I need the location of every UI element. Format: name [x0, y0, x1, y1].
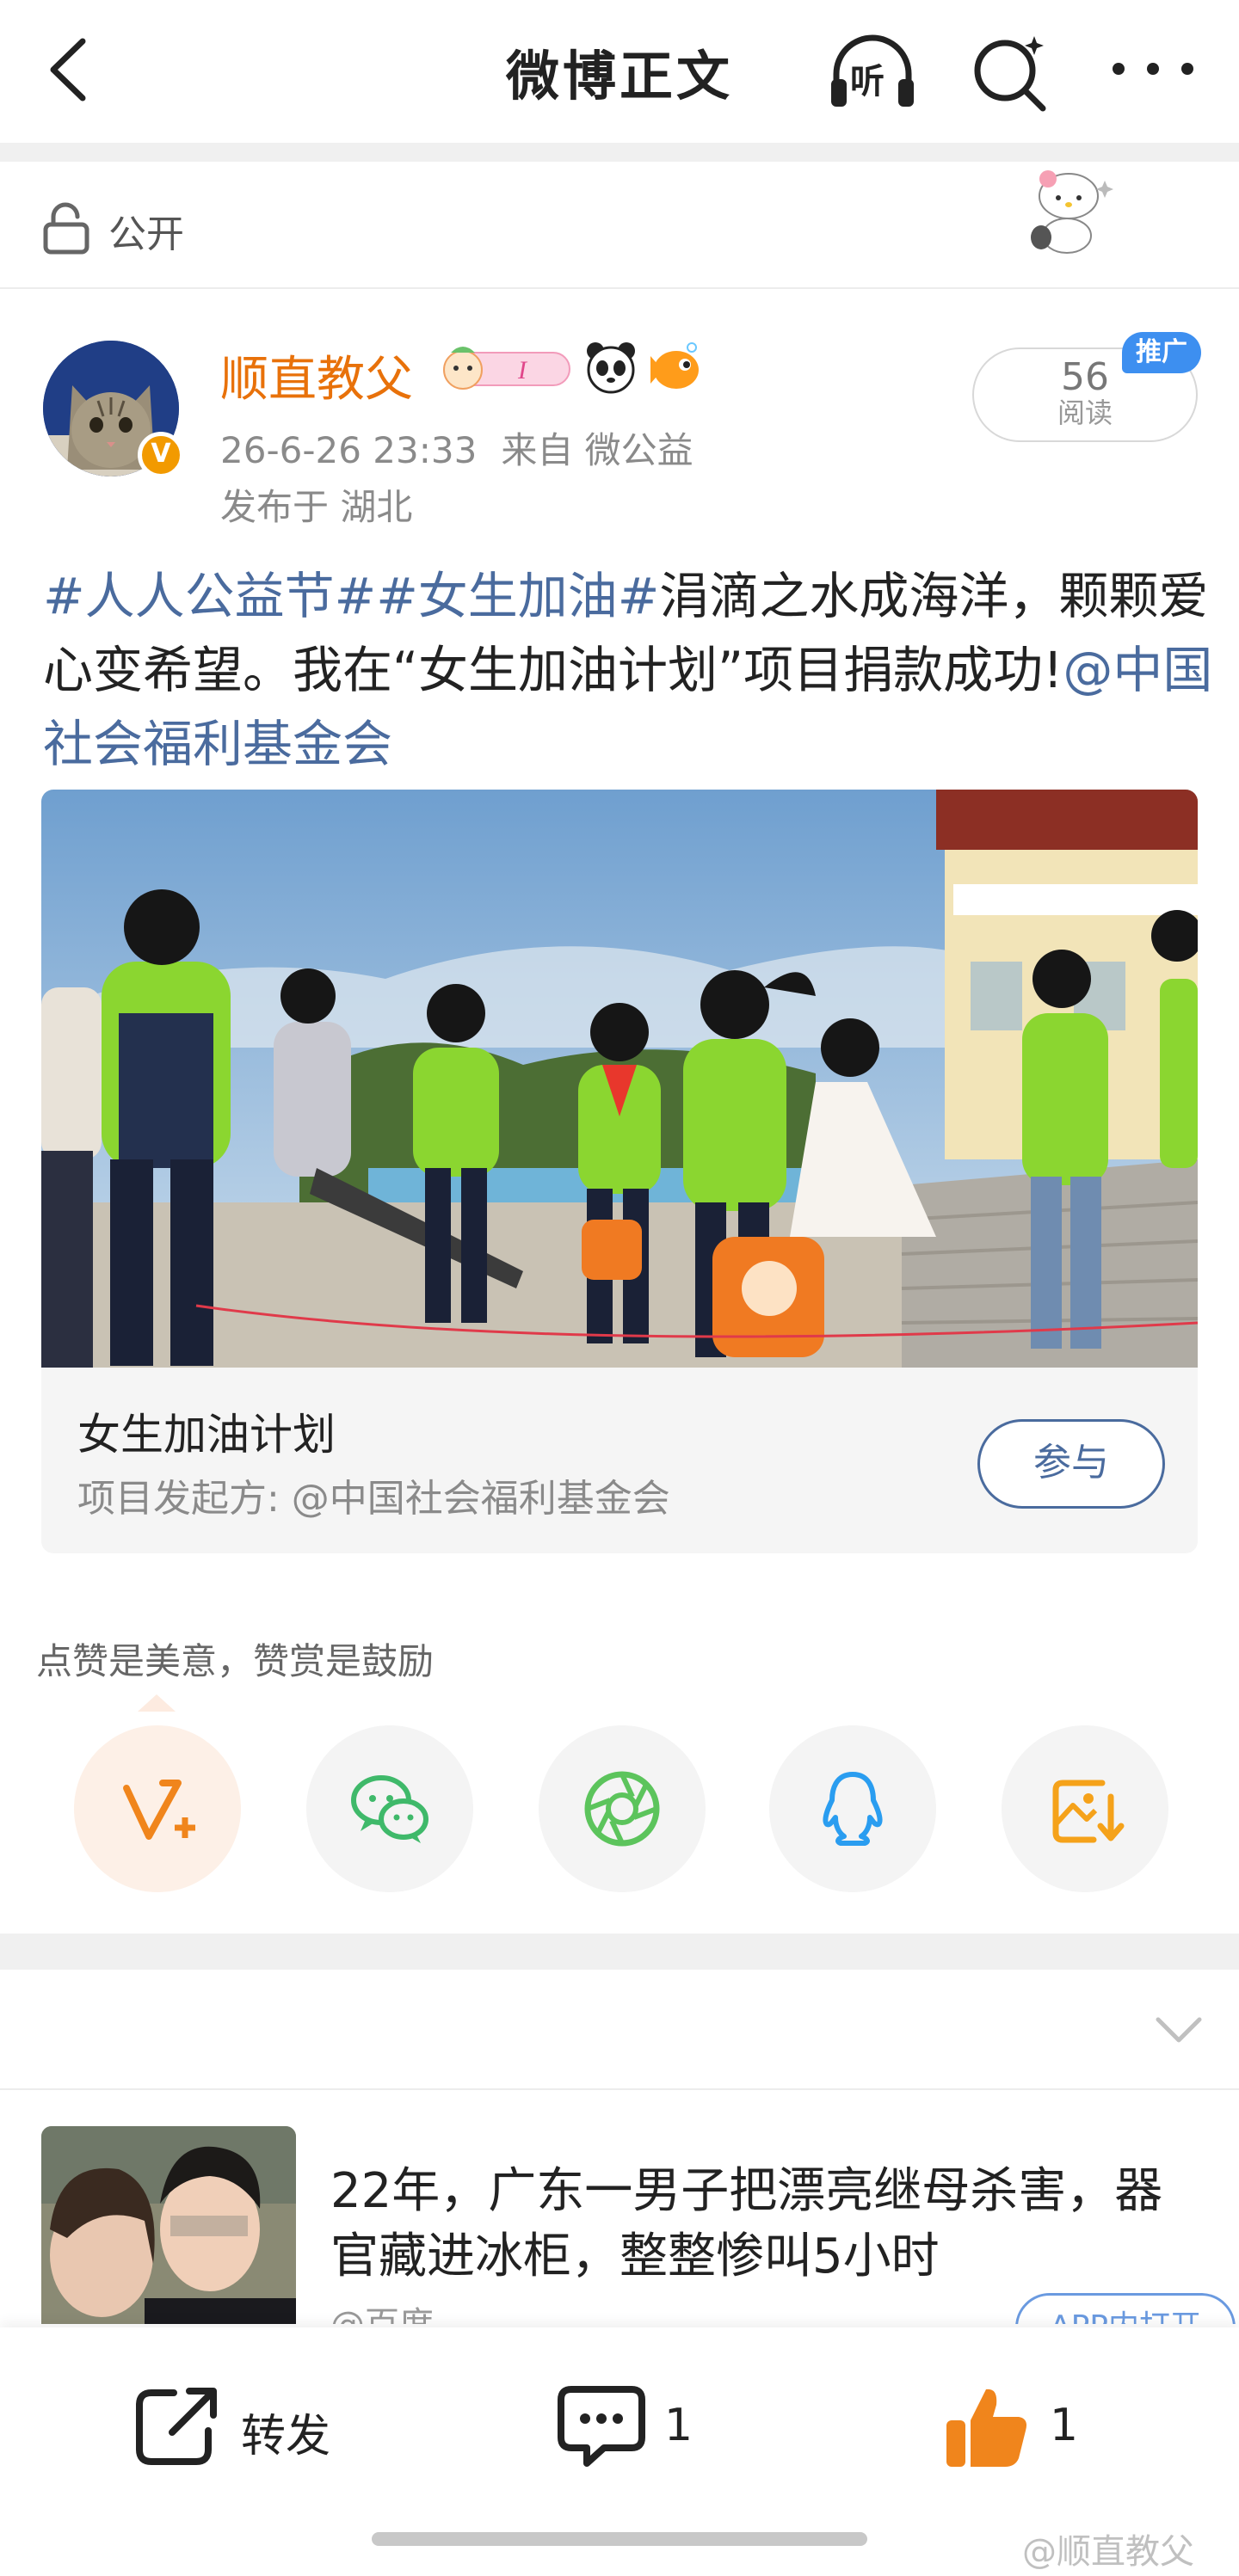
ad-title: 22年，广东一男子把漂亮继母杀害，器官藏进冰柜，整整惨叫5小时 [330, 2163, 1163, 2284]
chevron-down-icon[interactable] [1153, 2004, 1205, 2056]
ad-photo-icon [41, 2126, 296, 2324]
reward-button[interactable] [74, 1725, 241, 1892]
hashtag-link[interactable]: #女生加油# [376, 567, 659, 625]
post-timestamp: 26-6-26 23:33 [220, 429, 478, 471]
reward-prompt: 点赞是美意，赞赏是鼓励 [36, 1640, 435, 1682]
unlock-icon [43, 202, 89, 255]
listen-button[interactable]: 听 [824, 26, 921, 115]
search-icon[interactable] [967, 29, 1053, 115]
comment-icon [558, 2386, 645, 2467]
watermark: @顺直教父 [1022, 2532, 1194, 2572]
member-badge-icon: I [443, 347, 570, 390]
ad-card[interactable]: 22年，广东一男子把漂亮继母杀害，器官藏进冰柜，整整惨叫5小时 @百度 APP内… [0, 2092, 1239, 2324]
save-image-icon [1052, 1780, 1125, 1843]
repost-icon [136, 2388, 217, 2465]
open-in-app-button[interactable]: APP内打开 [1015, 2293, 1236, 2324]
save-image-button[interactable] [1002, 1725, 1168, 1892]
share-qq-button[interactable] [769, 1725, 936, 1892]
visibility-label: 公开 [108, 212, 184, 256]
ad-source: @百度 [330, 2296, 434, 2324]
like-count: 1 [1050, 2400, 1079, 2451]
panda-badge-icon [587, 342, 635, 394]
read-label: 阅读 [1057, 397, 1113, 429]
hashtag-link[interactable]: #人人公益节# [43, 567, 376, 625]
thumbs-up-icon [946, 2388, 1026, 2467]
post-source[interactable]: 来自 微公益 [501, 429, 693, 471]
fish-badge-icon [650, 342, 699, 389]
repost-label: 转发 [241, 2411, 331, 2462]
project-initiator: 项目发起方: @中国社会福利基金会 [77, 1477, 670, 1521]
wechat-icon [351, 1775, 428, 1843]
prompt-pointer [138, 1694, 176, 1712]
comment-count: 1 [664, 2400, 693, 2451]
collapse-row[interactable] [0, 1970, 1239, 2090]
schoolchildren-photo-icon [41, 790, 1198, 1368]
hello-kitty-sticker-icon [1031, 170, 1113, 254]
more-icon[interactable] [1101, 43, 1205, 95]
project-card[interactable]: 女生加油计划 项目发起方: @中国社会福利基金会 参与 [41, 1368, 1198, 1553]
share-wechat-button[interactable] [306, 1725, 473, 1892]
moments-icon [584, 1771, 660, 1847]
post-location: 发布于 湖北 [220, 486, 413, 528]
author-name[interactable]: 顺直教父 [220, 341, 413, 410]
join-button[interactable]: 参与 [977, 1419, 1165, 1509]
divider-band [0, 1934, 1239, 1970]
post-meta: 26-6-26 23:33 来自 微公益 [220, 421, 693, 474]
divider-band [0, 143, 1239, 162]
top-nav: 微博正文 听 [0, 0, 1239, 143]
ad-thumbnail [41, 2126, 296, 2324]
share-moments-button[interactable] [539, 1725, 706, 1892]
visibility-row: 公开 [0, 162, 1239, 289]
project-title: 女生加油计划 [77, 1410, 336, 1460]
post-content: #人人公益节##女生加油#涓滴之水成海洋，颗颗爱心变希望。我在“女生加油计划”项… [43, 559, 1213, 781]
qq-icon [823, 1772, 883, 1846]
home-indicator[interactable] [372, 2532, 867, 2546]
page-title: 微博正文 [505, 45, 733, 108]
promote-badge[interactable]: 推广 [1122, 332, 1201, 373]
author-header: V 顺直教父 I 26-6-26 23:33 来自 微公益 发布于 湖北 56 阅… [0, 291, 1239, 540]
post-image[interactable] [41, 790, 1198, 1368]
reward-icon [123, 1780, 195, 1840]
listen-label: 听 [850, 62, 885, 101]
verified-badge: V [138, 432, 184, 478]
